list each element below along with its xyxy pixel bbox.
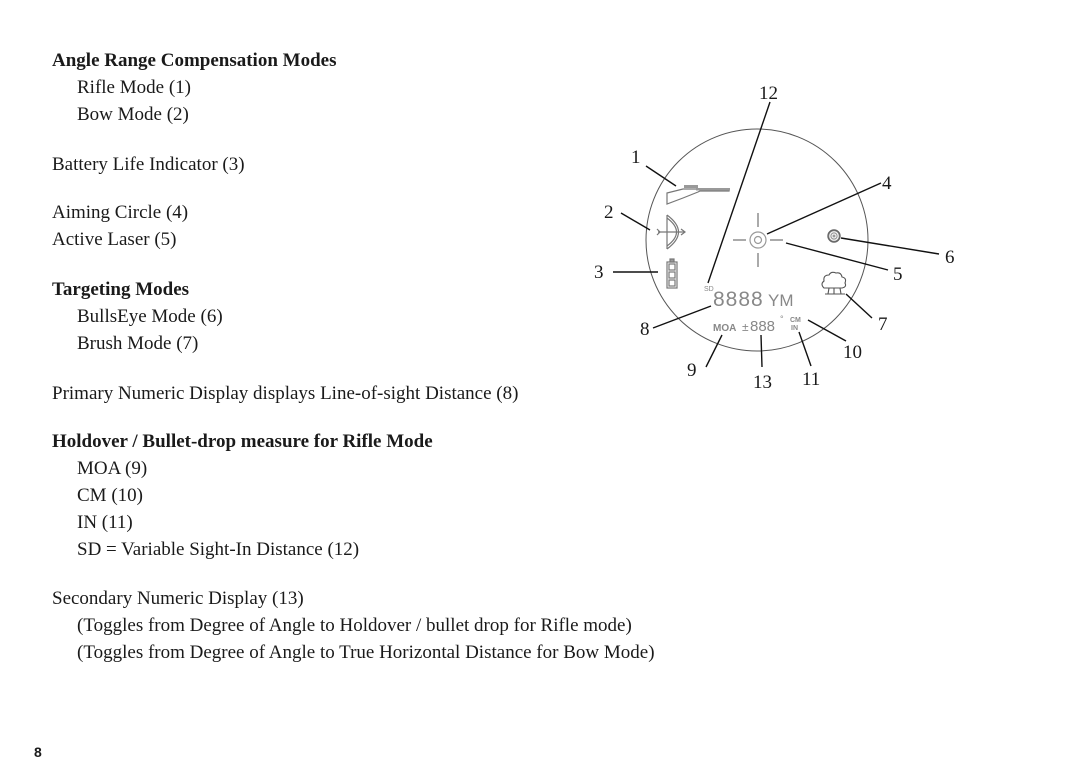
degree-symbol: ° — [780, 314, 784, 324]
leader-13 — [760, 334, 763, 368]
leader-11 — [798, 331, 812, 367]
brush-tree-icon — [821, 271, 847, 295]
leader-12 — [707, 101, 771, 284]
leader-6 — [840, 237, 940, 255]
callout-5: 5 — [893, 264, 903, 285]
active-laser-icon — [733, 213, 783, 267]
callout-6: 6 — [945, 247, 955, 268]
aiming-circle-icon — [749, 231, 767, 249]
moa-label: MOA — [713, 323, 736, 334]
primary-digits: 8888 — [713, 288, 764, 311]
leader-8 — [652, 305, 712, 329]
leader-10 — [807, 319, 847, 342]
callout-11: 11 — [802, 369, 820, 390]
rifle-icon — [666, 185, 730, 205]
callout-4: 4 — [882, 173, 892, 194]
secondary-digits: 888 — [750, 318, 775, 335]
cm-label: CM — [790, 317, 801, 324]
battery-icon — [666, 258, 678, 289]
callout-10: 10 — [843, 342, 862, 363]
callout-9: 9 — [687, 360, 697, 381]
units-label: YM — [768, 291, 794, 310]
leader-5 — [785, 242, 889, 271]
bullseye-icon — [827, 229, 841, 243]
leader-2 — [620, 212, 651, 231]
in-label: IN — [791, 325, 798, 332]
display-diagram: SD 8888 YM MOA ± 888 ° CM IN 1 2 3 4 5 6… — [594, 83, 955, 393]
callout-2: 2 — [604, 202, 614, 223]
callout-7: 7 — [878, 314, 888, 335]
bow-icon — [656, 214, 686, 250]
secondary-sign: ± — [742, 320, 749, 334]
callout-3: 3 — [594, 262, 604, 283]
leader-lines — [613, 101, 940, 368]
leader-7 — [845, 293, 873, 319]
callout-8: 8 — [640, 319, 650, 340]
callout-1: 1 — [631, 147, 641, 168]
callout-13: 13 — [753, 372, 772, 393]
callout-12: 12 — [759, 83, 778, 104]
